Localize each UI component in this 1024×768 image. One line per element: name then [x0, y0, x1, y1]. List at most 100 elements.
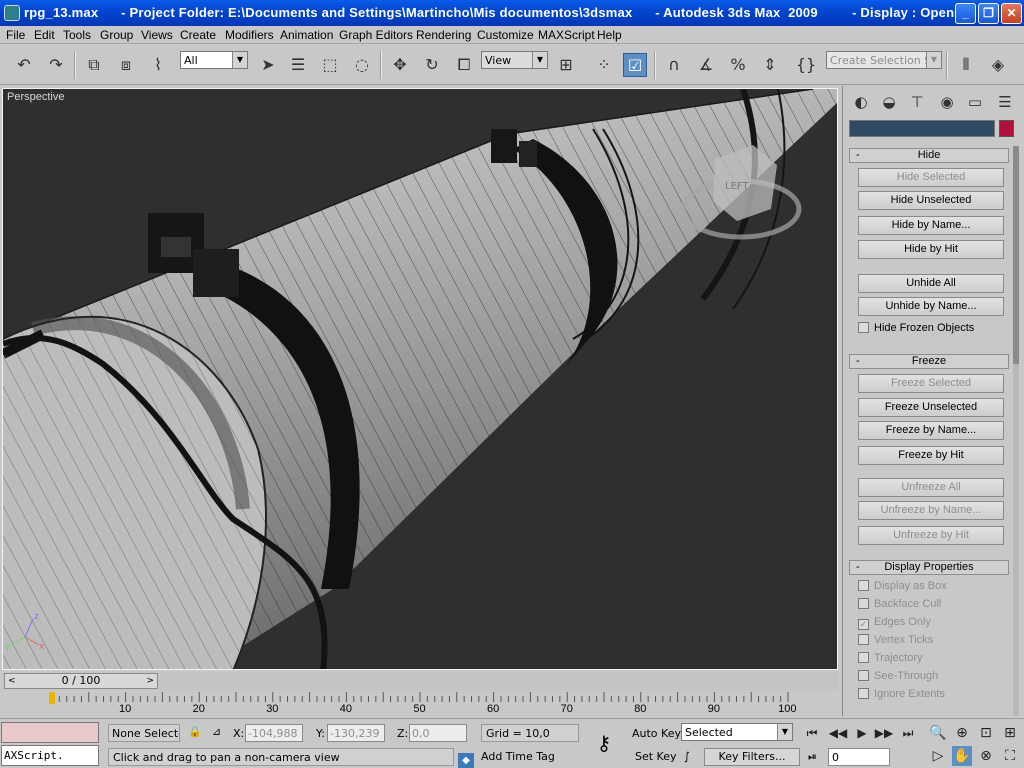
unfreeze-by-name-button[interactable]: Unfreeze by Name... [858, 501, 1004, 520]
unhide-by-name-button[interactable]: Unhide by Name... [858, 297, 1004, 316]
object-color-swatch[interactable] [999, 120, 1014, 137]
menu-edit[interactable]: Edit [34, 28, 55, 42]
freeze-selected-button[interactable]: Freeze Selected [858, 374, 1004, 393]
app-icon[interactable] [4, 5, 20, 21]
zoom-extents-icon[interactable]: ⊡ [976, 723, 996, 743]
edges-only-checkbox[interactable]: ✓ Edges Only [858, 616, 931, 632]
key-mode-dropdown[interactable]: Selected ▼ [681, 723, 793, 741]
key-tangent-icon[interactable]: ∫ [684, 750, 690, 763]
minimize-button[interactable]: _ [955, 3, 976, 24]
select-by-name-icon[interactable]: ☰ [286, 53, 310, 77]
time-prev-arrow[interactable]: < [8, 674, 16, 688]
named-selection-dropdown[interactable]: Create Selection Set ▼ [826, 51, 942, 69]
hierarchy-tab-icon[interactable]: ⊤ [905, 90, 929, 114]
rect-selection-icon[interactable]: ⬚ [318, 53, 342, 77]
spinner-snap-icon[interactable]: ⇕ [758, 53, 782, 77]
create-tab-icon[interactable]: ◐ [849, 90, 873, 114]
vertex-ticks-checkbox[interactable]: Vertex Ticks [858, 634, 933, 650]
unlink-icon[interactable]: ⧈ [114, 53, 138, 77]
key-filters-button[interactable]: Key Filters... [704, 748, 800, 766]
zoom-icon[interactable]: 🔍 [928, 723, 948, 743]
menu-help[interactable]: Help [597, 28, 622, 42]
display-as-box-checkbox[interactable]: Display as Box [858, 580, 947, 596]
unfreeze-all-button[interactable]: Unfreeze All [858, 478, 1004, 497]
z-coordinate-field[interactable]: 0,0 [409, 724, 467, 742]
hide-rollout-header[interactable]: - Hide [849, 148, 1009, 163]
angle-snap-icon[interactable]: ∡ [694, 53, 718, 77]
see-through-checkbox[interactable]: See-Through [858, 670, 938, 686]
go-to-end-icon[interactable]: ⏭ [898, 723, 918, 743]
menu-tools[interactable]: Tools [63, 28, 91, 42]
select-object-icon[interactable]: ➤ [256, 53, 280, 77]
reference-coord-dropdown[interactable]: View ▼ [481, 51, 548, 69]
freeze-by-name-button[interactable]: Freeze by Name... [858, 421, 1004, 440]
freeze-unselected-button[interactable]: Freeze Unselected [858, 398, 1004, 417]
snaps-toggle-icon[interactable]: ∩ [662, 53, 686, 77]
keyboard-shortcut-toggle-icon[interactable]: ☑ [623, 53, 647, 77]
freeze-rollout-header[interactable]: - Freeze [849, 354, 1009, 369]
menu-customize[interactable]: Customize [477, 28, 534, 42]
next-frame-icon[interactable]: ▶▶ [874, 723, 894, 743]
maximize-viewport-icon[interactable]: ⛶ [1000, 746, 1020, 766]
close-button[interactable]: ✕ [1001, 3, 1022, 24]
scale-icon[interactable]: ⧠ [452, 53, 476, 77]
modify-tab-icon[interactable]: ◒ [877, 90, 901, 114]
selection-filter-dropdown[interactable]: All ▼ [180, 51, 248, 69]
hide-selected-button[interactable]: Hide Selected [858, 168, 1004, 187]
pan-view-icon[interactable]: ✋ [952, 746, 972, 766]
selection-lock-indicator[interactable] [1, 722, 99, 743]
hide-frozen-checkbox[interactable]: Hide Frozen Objects [858, 322, 974, 338]
field-of-view-icon[interactable]: ▷ [928, 746, 948, 766]
set-key-button[interactable]: Set Key [635, 750, 677, 763]
object-name-field[interactable] [849, 120, 995, 137]
previous-frame-icon[interactable]: ◀◀ [828, 723, 848, 743]
go-to-start-icon[interactable]: ⏮ [802, 723, 822, 743]
utilities-tab-icon[interactable]: ☰ [993, 90, 1017, 114]
zoom-all-icon[interactable]: ⊕ [952, 723, 972, 743]
mirror-icon[interactable]: ⫴ [954, 53, 978, 77]
command-panel-scrollbar[interactable] [1013, 146, 1019, 716]
current-frame-field[interactable]: 0 [828, 748, 890, 766]
scrollbar-thumb[interactable] [1013, 146, 1019, 364]
window-crossing-icon[interactable]: ◌ [350, 53, 374, 77]
trajectory-checkbox[interactable]: Trajectory [858, 652, 923, 668]
backface-cull-checkbox[interactable]: Backface Cull [858, 598, 941, 614]
align-icon[interactable]: ◈ [986, 53, 1010, 77]
zoom-extents-all-icon[interactable]: ⊞ [1000, 723, 1020, 743]
lock-icon[interactable]: 🔒 [188, 725, 202, 738]
maxscript-listener[interactable]: AXScript. [1, 745, 99, 766]
menu-animation[interactable]: Animation [280, 28, 333, 42]
motion-tab-icon[interactable]: ◉ [935, 90, 959, 114]
unfreeze-by-hit-button[interactable]: Unfreeze by Hit [858, 526, 1004, 545]
redo-icon[interactable]: ↷ [44, 53, 68, 77]
hide-by-hit-button[interactable]: Hide by Hit [858, 240, 1004, 259]
menu-graph-editors[interactable]: Graph Editors [339, 28, 413, 42]
menu-modifiers[interactable]: Modifiers [225, 28, 274, 42]
maximize-button[interactable]: ❐ [978, 3, 999, 24]
hide-by-name-button[interactable]: Hide by Name... [858, 216, 1004, 235]
percent-snap-icon[interactable]: % [726, 53, 750, 77]
menu-file[interactable]: File [6, 28, 25, 42]
set-keys-icon[interactable]: ⚷ [588, 731, 620, 757]
track-bar[interactable]: 10 20 30 40 50 60 70 80 90 100 [0, 690, 840, 718]
current-frame-marker[interactable] [49, 692, 55, 704]
viewport-label[interactable]: Perspective [7, 91, 64, 103]
freeze-by-hit-button[interactable]: Freeze by Hit [858, 446, 1004, 465]
bind-space-warp-icon[interactable]: ⌇ [146, 53, 170, 77]
orbit-icon[interactable]: ⊗ [976, 746, 996, 766]
rotate-icon[interactable]: ↻ [420, 53, 444, 77]
menu-maxscript[interactable]: MAXScript [538, 28, 595, 42]
display-properties-rollout-header[interactable]: - Display Properties [849, 560, 1009, 575]
key-mode-toggle-icon[interactable]: ⏯ [808, 750, 817, 764]
menu-rendering[interactable]: Rendering [416, 28, 471, 42]
transform-type-in-icon[interactable]: ⊿ [212, 725, 221, 738]
pivot-center-icon[interactable]: ⊞ [554, 53, 578, 77]
time-slider[interactable]: < 0 / 100 > [2, 672, 838, 690]
auto-key-button[interactable]: Auto Key [632, 727, 681, 740]
undo-icon[interactable]: ↶ [12, 53, 36, 77]
ignore-extents-checkbox[interactable]: Ignore Extents [858, 688, 945, 704]
add-time-tag-button[interactable]: ◆ Add Time Tag [458, 748, 578, 768]
unhide-all-button[interactable]: Unhide All [858, 274, 1004, 293]
x-coordinate-field[interactable]: -104,988 [245, 724, 303, 742]
display-tab-icon[interactable]: ▭ [963, 90, 987, 114]
